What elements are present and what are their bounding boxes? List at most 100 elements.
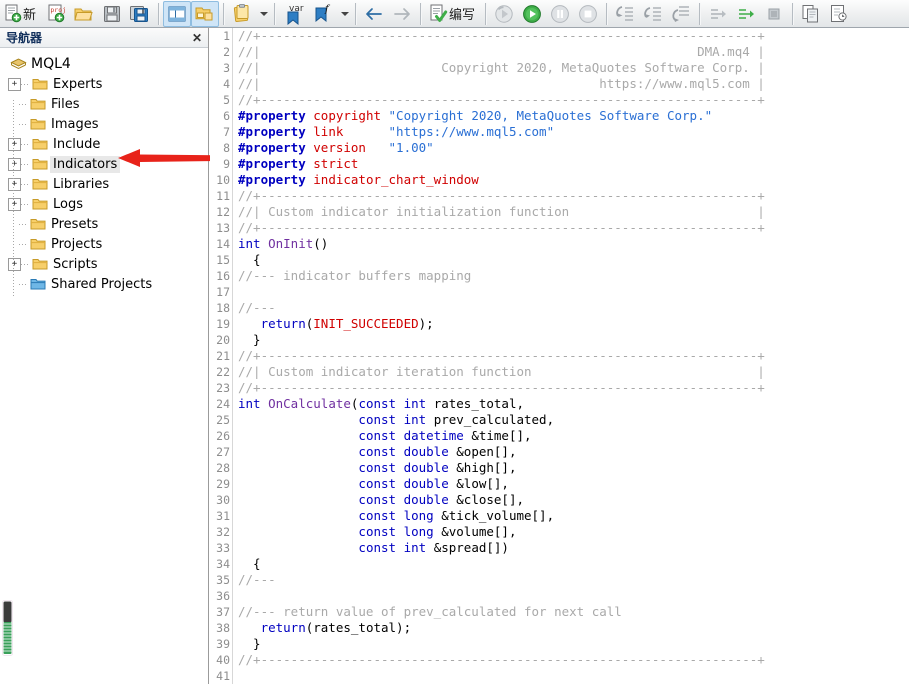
- sidebar-label-images: Images: [51, 116, 99, 132]
- code-line[interactable]: 36: [210, 588, 909, 604]
- code-line[interactable]: 5 //+------------------------------------…: [210, 92, 909, 108]
- code-line[interactable]: 39 }: [210, 636, 909, 652]
- start-button[interactable]: [518, 1, 546, 27]
- line-text: //+-------------------------------------…: [232, 28, 765, 44]
- code-line[interactable]: 34 {: [210, 556, 909, 572]
- code-line[interactable]: 11 //+-----------------------------------…: [210, 188, 909, 204]
- functions-dropdown[interactable]: [337, 1, 351, 27]
- expander-icon[interactable]: +: [8, 257, 21, 271]
- navigator-tree[interactable]: MQL4 + Experts Files Images + Include + …: [0, 48, 208, 296]
- new-project-button[interactable]: proj: [42, 1, 70, 27]
- code-line[interactable]: 22 //| Custom indicator iteration functio…: [210, 364, 909, 380]
- code-line[interactable]: 2 //| DMA.mq4 |: [210, 44, 909, 60]
- folder-icon: [32, 77, 48, 91]
- sidebar-item-projects[interactable]: Projects: [0, 234, 208, 254]
- sidebar-item-experts[interactable]: + Experts: [0, 74, 208, 94]
- code-line[interactable]: 6 #property copyright "Copyright 2020, Me…: [210, 108, 909, 124]
- code-line[interactable]: 32 const long &volume[],: [210, 524, 909, 540]
- step-out-button[interactable]: [667, 1, 695, 27]
- code-line[interactable]: 37 //--- return value of prev_calculated …: [210, 604, 909, 620]
- code-line[interactable]: 1 //+------------------------------------…: [210, 28, 909, 44]
- gutter-divider: [232, 28, 233, 684]
- code-line[interactable]: 9 #property strict: [210, 156, 909, 172]
- code-token: //+-------------------------------------…: [238, 92, 765, 107]
- line-number: 16: [216, 269, 230, 283]
- code-line[interactable]: 41: [210, 668, 909, 684]
- code-line[interactable]: 14 int OnInit(): [210, 236, 909, 252]
- toggle-navigator-button[interactable]: [163, 0, 192, 27]
- code-line[interactable]: 21 //+-----------------------------------…: [210, 348, 909, 364]
- compile-button[interactable]: 编写: [425, 1, 481, 27]
- code-line[interactable]: 33 const int &spread[]): [210, 540, 909, 556]
- code-line[interactable]: 26 const datetime &time[],: [210, 428, 909, 444]
- sidebar-item-shared-projects[interactable]: Shared Projects: [0, 274, 208, 294]
- code-line[interactable]: 13 //+-----------------------------------…: [210, 220, 909, 236]
- back-button[interactable]: [360, 1, 388, 27]
- line-number: 23: [216, 381, 230, 395]
- pause-button[interactable]: [546, 1, 574, 27]
- code-line[interactable]: 31 const long &tick_volume[],: [210, 508, 909, 524]
- code-line[interactable]: 29 const double &low[],: [210, 476, 909, 492]
- properties-button[interactable]: [825, 1, 853, 27]
- stop-button[interactable]: [574, 1, 602, 27]
- save-all-button[interactable]: [126, 1, 154, 27]
- code-line[interactable]: 27 const double &open[],: [210, 444, 909, 460]
- scroll-thumb-artifact[interactable]: [2, 600, 13, 656]
- expander-icon[interactable]: +: [8, 137, 21, 151]
- clipboard-button[interactable]: [228, 1, 256, 27]
- code-line[interactable]: 19 return(INIT_SUCCEEDED);: [210, 316, 909, 332]
- code-line[interactable]: 15 {: [210, 252, 909, 268]
- code-line[interactable]: 20 }: [210, 332, 909, 348]
- code-line[interactable]: 10 #property indicator_chart_window: [210, 172, 909, 188]
- code-line[interactable]: 24 int OnCalculate(const int rates_total,: [210, 396, 909, 412]
- code-token: int: [238, 236, 269, 251]
- save-button[interactable]: [98, 1, 126, 27]
- toggle-toolbox-button[interactable]: [191, 0, 220, 27]
- toolbar-separator: [223, 2, 225, 25]
- code-token: //--- return value of prev_calculated fo…: [238, 604, 622, 619]
- sidebar-item-libraries[interactable]: + Libraries: [0, 174, 208, 194]
- code-line[interactable]: 38 return(rates_total);: [210, 620, 909, 636]
- expander-icon[interactable]: +: [8, 197, 21, 211]
- code-line[interactable]: 3 //| Copyright 2020, MetaQuotes Software…: [210, 60, 909, 76]
- close-icon[interactable]: ✕: [190, 31, 204, 45]
- code-lines-container[interactable]: 1 //+------------------------------------…: [210, 28, 909, 684]
- sidebar-item-presets[interactable]: Presets: [0, 214, 208, 234]
- code-line[interactable]: 8 #property version "1.00": [210, 140, 909, 156]
- expander-icon[interactable]: +: [8, 177, 21, 191]
- expander-icon[interactable]: +: [8, 77, 21, 91]
- step-over-button[interactable]: [639, 1, 667, 27]
- breakpoint-button[interactable]: [760, 1, 788, 27]
- expander-icon[interactable]: +: [8, 157, 21, 171]
- code-line[interactable]: 35 //---: [210, 572, 909, 588]
- resume-button[interactable]: [732, 1, 760, 27]
- code-editor[interactable]: 1 //+------------------------------------…: [210, 28, 909, 684]
- code-line[interactable]: 30 const double &close[],: [210, 492, 909, 508]
- restart-button[interactable]: [490, 1, 518, 27]
- code-line[interactable]: 28 const double &high[],: [210, 460, 909, 476]
- code-line[interactable]: 12 //| Custom indicator initialization fu…: [210, 204, 909, 220]
- code-line[interactable]: 16 //--- indicator buffers mapping: [210, 268, 909, 284]
- sidebar-item-images[interactable]: Images: [0, 114, 208, 134]
- code-line[interactable]: 40 //+-----------------------------------…: [210, 652, 909, 668]
- code-token: &low[],: [456, 476, 509, 491]
- new-file-button[interactable]: 新: [0, 1, 42, 27]
- code-line[interactable]: 23 //+-----------------------------------…: [210, 380, 909, 396]
- tree-item-mql4[interactable]: MQL4: [0, 54, 208, 74]
- open-button[interactable]: [70, 1, 98, 27]
- clipboard-dropdown[interactable]: [256, 1, 270, 27]
- sidebar-item-files[interactable]: Files: [0, 94, 208, 114]
- code-line[interactable]: 4 //| https://www.mql5.com |: [210, 76, 909, 92]
- variables-button[interactable]: var: [279, 1, 311, 27]
- code-line[interactable]: 25 const int prev_calculated,: [210, 412, 909, 428]
- sidebar-item-logs[interactable]: + Logs: [0, 194, 208, 214]
- functions-button[interactable]: f: [311, 1, 337, 27]
- code-line[interactable]: 7 #property link "https://www.mql5.com": [210, 124, 909, 140]
- sidebar-item-scripts[interactable]: + Scripts: [0, 254, 208, 274]
- run-to-cursor-button[interactable]: [704, 1, 732, 27]
- code-line[interactable]: 17: [210, 284, 909, 300]
- code-line[interactable]: 18 //---: [210, 300, 909, 316]
- copy-button[interactable]: [797, 1, 825, 27]
- step-into-button[interactable]: [611, 1, 639, 27]
- forward-button[interactable]: [388, 1, 416, 27]
